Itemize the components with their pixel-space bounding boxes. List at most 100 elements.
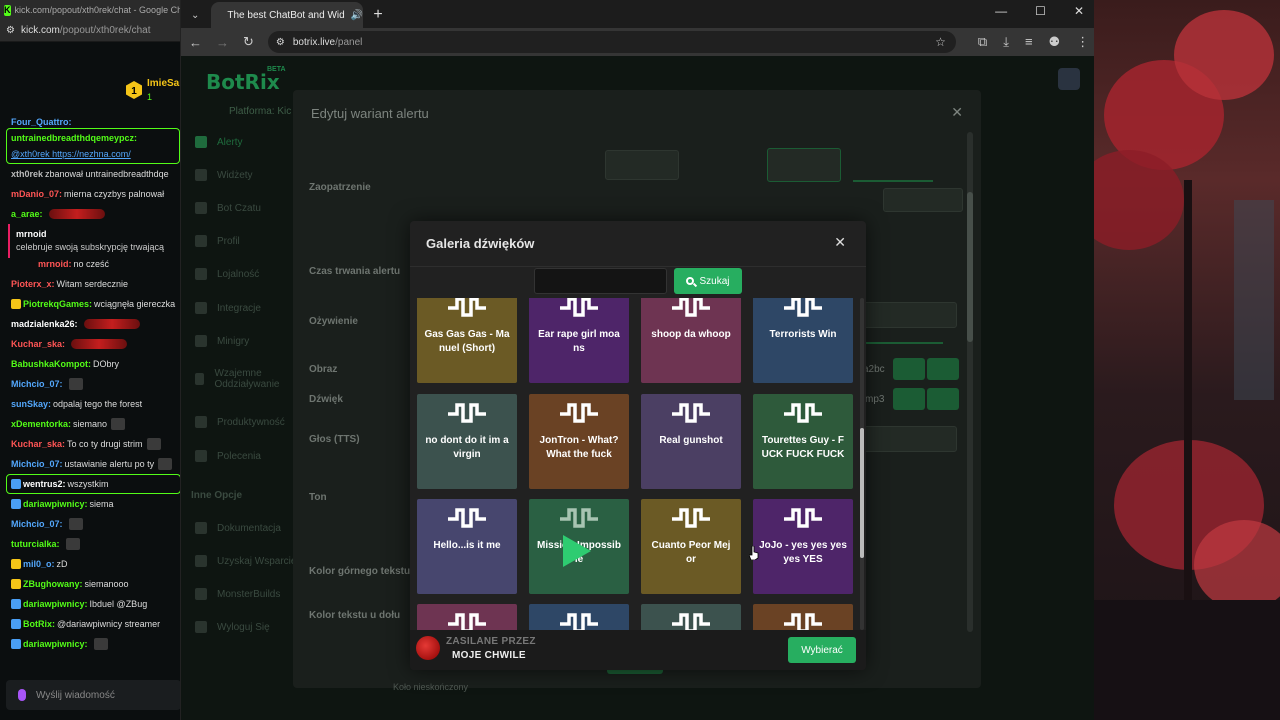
- chat-username[interactable]: tuturcialka:: [11, 534, 60, 554]
- maximize-icon[interactable]: ☐: [1035, 4, 1046, 18]
- sound-tile[interactable]: [753, 604, 853, 630]
- sound-upload-button[interactable]: [893, 388, 925, 410]
- choose-button[interactable]: Wybierać: [788, 637, 856, 663]
- chat-username[interactable]: Michcio_07:: [11, 454, 63, 474]
- chat-username[interactable]: dariawpiwnicy:: [23, 594, 88, 614]
- chat-username[interactable]: PiotrekqGames:: [23, 294, 92, 314]
- play-icon[interactable]: [563, 535, 591, 567]
- chat-username[interactable]: Pioterx_x:: [11, 274, 55, 294]
- site-info-icon[interactable]: ⚙: [276, 37, 285, 48]
- chat-username[interactable]: Kuchar_ska:: [11, 434, 65, 454]
- tab-search-icon[interactable]: ⌄: [191, 10, 199, 21]
- profile-icon[interactable]: ⚉: [1049, 34, 1061, 50]
- chat-username[interactable]: mDanio_07:: [11, 184, 62, 204]
- sound-tile[interactable]: shoop da whoop: [641, 298, 741, 383]
- chat-username[interactable]: untrainedbreadthdqemeypcz:: [11, 131, 137, 145]
- sound-tile[interactable]: [529, 604, 629, 630]
- sound-tile[interactable]: Terrorists Win: [753, 298, 853, 383]
- sound-tile[interactable]: [641, 604, 741, 630]
- chat-username[interactable]: BabushkaKompot:: [11, 354, 91, 374]
- chat-username[interactable]: madzialenka26:: [11, 314, 78, 334]
- sound-gallery-button[interactable]: [927, 388, 959, 410]
- chat-username[interactable]: sunSkay:: [11, 394, 51, 414]
- chat-username[interactable]: xth0rek: [11, 164, 43, 184]
- voice-select[interactable]: [853, 426, 957, 452]
- sound-tile[interactable]: Ear rape girl moa ns: [529, 298, 629, 383]
- minimize-icon[interactable]: —: [995, 4, 1007, 18]
- image-upload-button[interactable]: [893, 358, 925, 380]
- microphone-icon[interactable]: [18, 689, 26, 701]
- back-icon[interactable]: ←: [189, 35, 202, 50]
- chat-username[interactable]: dariawpiwnicy:: [23, 634, 88, 654]
- chat-username[interactable]: wentrus2:: [23, 475, 66, 493]
- search-button[interactable]: Szukaj: [674, 268, 742, 294]
- pinned-username[interactable]: ImieSan: [147, 78, 180, 89]
- chat-username[interactable]: ZBughowany:: [23, 574, 83, 594]
- audio-playing-icon[interactable]: 🔊: [351, 10, 363, 21]
- sidebar-item-widzety[interactable]: Widżety: [195, 169, 305, 181]
- animation-select[interactable]: [853, 302, 957, 328]
- sound-search-input[interactable]: [534, 268, 667, 294]
- sidebar-item-integracje[interactable]: Integracje: [195, 302, 305, 314]
- reload-icon[interactable]: ↻: [243, 34, 254, 50]
- edit-modal-close-icon[interactable]: ✕: [951, 104, 963, 121]
- layout-option-2[interactable]: [767, 148, 841, 182]
- chat-username[interactable]: dariawpiwnicy:: [23, 494, 88, 514]
- forward-icon[interactable]: →: [216, 35, 229, 50]
- tab-botrix[interactable]: The best ChatBot and Wid 🔊 ✕: [211, 2, 364, 28]
- sidebar-item-dokumentacja[interactable]: Dokumentacja: [195, 522, 305, 534]
- chat-message-input[interactable]: Wyślij wiadomość: [6, 680, 180, 710]
- sidebar-item-monsterbuilds[interactable]: MonsterBuilds: [195, 588, 305, 600]
- sound-tile[interactable]: Cuanto Peor Mej or: [641, 499, 741, 594]
- sidebar-item-alerty[interactable]: Alerty: [195, 136, 305, 148]
- chat-username[interactable]: Four_Quattro:: [11, 116, 72, 128]
- chat-username[interactable]: mil0_o:: [23, 554, 55, 574]
- sound-tile[interactable]: Mission Impossib le: [529, 499, 629, 594]
- sidebar-item-profil[interactable]: Profil: [195, 235, 305, 247]
- sound-tile[interactable]: Hello...is it me: [417, 499, 517, 594]
- chat-username[interactable]: Michcio_07:: [11, 514, 63, 534]
- menu-kebab-icon[interactable]: ⋮: [1076, 34, 1089, 50]
- chat-username[interactable]: xDementorka:: [11, 414, 71, 434]
- sound-tile[interactable]: JoJo - yes yes yes yes YES: [753, 499, 853, 594]
- sub-username[interactable]: mrnoid: [16, 228, 175, 241]
- kick-url-bar[interactable]: ⚙ kick.com/popout/xth0rek/chat: [0, 20, 180, 42]
- edit-modal-scrollbar[interactable]: [967, 132, 973, 632]
- animation-slider[interactable]: [853, 342, 943, 344]
- bookmark-star-icon[interactable]: ☆: [935, 35, 946, 49]
- select-supply-right[interactable]: [883, 188, 963, 212]
- sidebar-item-produktywnosc[interactable]: Produktywność: [195, 416, 305, 428]
- window-close-icon[interactable]: ✕: [1074, 4, 1084, 18]
- sidebar-item-wyloguj[interactable]: Wyloguj Się: [195, 621, 305, 633]
- extensions-icon[interactable]: ⧉: [978, 34, 987, 50]
- botrix-logo[interactable]: BotRix: [206, 70, 280, 94]
- sidebar-item-lojalnosc[interactable]: Lojalność: [195, 268, 305, 280]
- sidebar-item-polecenia[interactable]: Polecenia: [195, 450, 305, 462]
- sound-tile[interactable]: [417, 604, 517, 630]
- sound-tile[interactable]: Tourettes Guy - F UCK FUCK FUCK: [753, 394, 853, 489]
- chat-username[interactable]: a_arae:: [11, 204, 43, 224]
- sound-tile[interactable]: Real gunshot: [641, 394, 741, 489]
- sound-tile[interactable]: JonTron - What? What the fuck: [529, 394, 629, 489]
- chat-username[interactable]: BotRix:: [23, 614, 55, 634]
- chat-message: dariawpiwnicy: Ibduel @ZBug: [0, 594, 180, 614]
- chat-username[interactable]: Michcio_07:: [11, 374, 63, 394]
- image-gallery-button[interactable]: [927, 358, 959, 380]
- chat-username[interactable]: mrnoid:: [38, 254, 72, 274]
- sidebar-item-wzajemne[interactable]: Wzajemne Oddziaływanie: [195, 368, 305, 390]
- layout-option-1[interactable]: [605, 150, 679, 180]
- sidebar-item-wsparcie[interactable]: Uzyskaj Wsparcie: [195, 555, 305, 567]
- user-avatar[interactable]: [1058, 68, 1080, 90]
- address-bar[interactable]: ⚙ botrix.live/panel ☆: [267, 31, 956, 53]
- sound-tile[interactable]: Gas Gas Gas - Ma nuel (Short): [417, 298, 517, 383]
- gallery-close-icon[interactable]: ✕: [834, 234, 846, 251]
- download-icon[interactable]: ⤓: [1003, 34, 1009, 50]
- chat-username[interactable]: Kuchar_ska:: [11, 334, 65, 354]
- sidebar-item-minigry[interactable]: Minigry: [195, 335, 305, 347]
- site-settings-icon[interactable]: ⚙: [6, 25, 15, 36]
- sound-tile[interactable]: no dont do it im a virgin: [417, 394, 517, 489]
- gallery-scrollbar[interactable]: [860, 298, 864, 630]
- media-control-icon[interactable]: ≡: [1025, 34, 1033, 50]
- sidebar-item-bot-czatu[interactable]: Bot Czatu: [195, 202, 305, 214]
- new-tab-button[interactable]: +: [373, 6, 382, 24]
